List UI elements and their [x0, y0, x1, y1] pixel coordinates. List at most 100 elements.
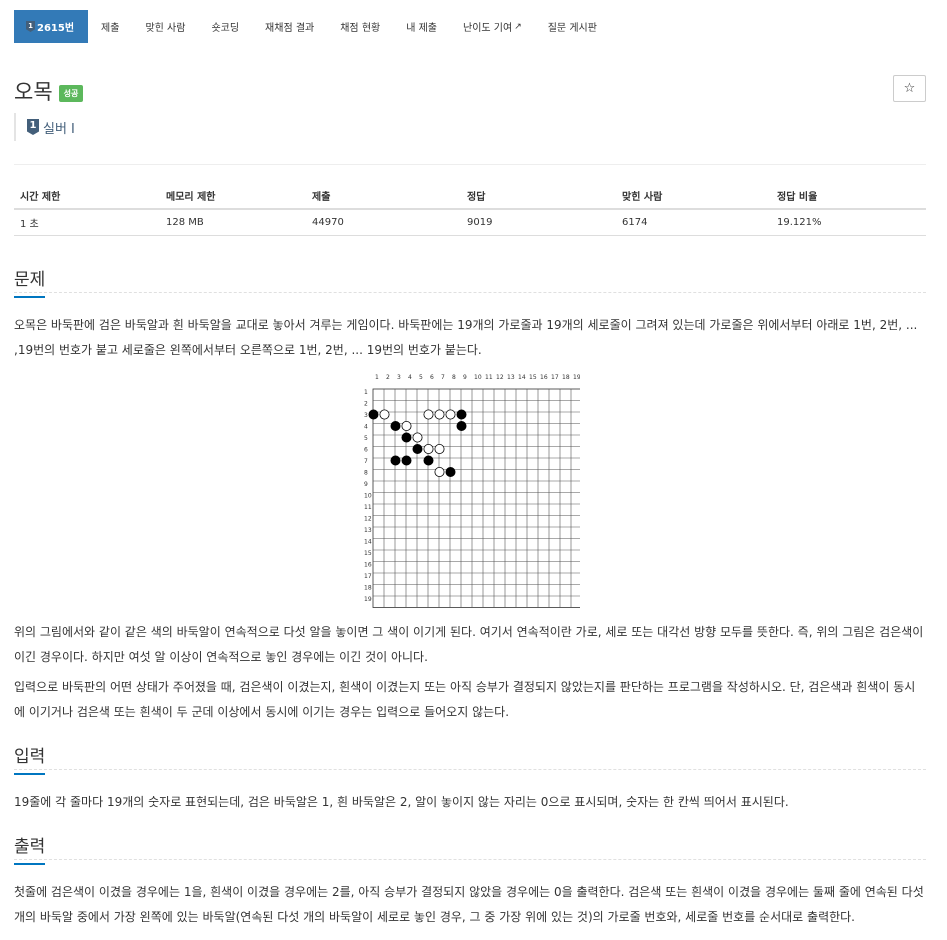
divider	[14, 164, 926, 165]
column-number-label: 11	[485, 374, 493, 381]
row-number-label: 18	[364, 585, 372, 592]
column-number-label: 19	[573, 374, 580, 381]
black-stone	[390, 455, 401, 466]
column-number-label: 13	[507, 374, 515, 381]
tier-badge-icon: 1	[26, 21, 35, 32]
section-heading-output: 출력	[14, 832, 46, 865]
row-number-label: 12	[364, 516, 372, 523]
tab-short-coding[interactable]: 숏코딩	[198, 10, 252, 43]
cell-accept-ratio: 19.121%	[771, 209, 926, 236]
tab-rejudge-results[interactable]: 재채점 결과	[252, 10, 327, 43]
tab-problem-label: 2615번	[37, 23, 75, 34]
white-stone	[379, 409, 390, 420]
white-stone	[412, 432, 423, 443]
tab-problem[interactable]: 1 2615번	[14, 10, 89, 43]
header-accepted: 정답	[461, 183, 616, 210]
output-heading-text: 출력	[14, 832, 46, 865]
section-heading-problem: 문제	[14, 265, 46, 298]
row-number-label: 14	[364, 539, 372, 546]
black-stone	[368, 409, 379, 420]
row-number-label: 7	[364, 458, 368, 465]
black-stone	[456, 409, 467, 420]
row-number-label: 4	[364, 424, 368, 431]
black-stone	[401, 455, 412, 466]
problem-info-table: 시간 제한 메모리 제한 제출 정답 맞힌 사람 정답 비율 1 초 128 M…	[14, 183, 926, 236]
column-number-label: 10	[474, 374, 482, 381]
header-solvers: 맞힌 사람	[616, 183, 771, 210]
row-number-label: 2	[364, 401, 368, 408]
problem-description-3: 입력으로 바둑판의 어떤 상태가 주어졌을 때, 검은색이 이겼는지, 흰색이 …	[14, 680, 916, 719]
tab-judge-status[interactable]: 채점 현황	[327, 10, 393, 43]
row-number-label: 15	[364, 550, 372, 557]
column-number-label: 14	[518, 374, 526, 381]
page-title: 오목	[14, 80, 53, 104]
white-stone	[401, 421, 412, 432]
column-number-label: 3	[397, 374, 401, 381]
problem-description: 오목은 바둑판에 검은 바둑알과 흰 바둑알을 교대로 놓아서 겨루는 게임이다…	[14, 318, 918, 357]
row-number-label: 17	[364, 573, 372, 580]
black-stone	[412, 444, 423, 455]
problem-title-row: 오목 성공	[14, 76, 84, 106]
header-time-limit: 시간 제한	[14, 183, 160, 210]
column-number-label: 12	[496, 374, 504, 381]
divider	[14, 769, 926, 770]
header-submissions: 제출	[306, 183, 461, 210]
column-number-label: 5	[419, 374, 423, 381]
column-number-label: 18	[562, 374, 570, 381]
problem-tier: 1 실버 I	[14, 113, 75, 141]
divider	[14, 292, 926, 293]
cell-solvers: 6174	[616, 209, 771, 236]
section-heading-input: 입력	[14, 742, 46, 775]
white-stone	[434, 467, 445, 478]
tab-my-submissions[interactable]: 내 제출	[393, 10, 450, 43]
row-number-label: 10	[364, 493, 372, 500]
black-stone	[456, 421, 467, 432]
header-memory-limit: 메모리 제한	[160, 183, 306, 210]
column-number-label: 2	[386, 374, 390, 381]
tab-submit[interactable]: 제출	[88, 10, 132, 43]
favorite-star-button[interactable]: ☆	[893, 75, 926, 102]
column-number-label: 1	[375, 374, 379, 381]
black-stone	[423, 455, 434, 466]
divider	[14, 859, 926, 860]
tab-difficulty-label: 난이도 기여	[463, 23, 513, 34]
cell-memory-limit: 128 MB	[160, 209, 306, 236]
black-stone	[445, 467, 456, 478]
header-accept-ratio: 정답 비율	[771, 183, 926, 210]
column-number-label: 17	[551, 374, 559, 381]
row-number-label: 1	[364, 389, 368, 396]
status-badge: 성공	[58, 84, 84, 102]
table-header-row: 시간 제한 메모리 제한 제출 정답 맞힌 사람 정답 비율	[14, 183, 926, 210]
problem-heading-text: 문제	[14, 265, 46, 298]
external-link-icon: ↗	[514, 21, 522, 32]
white-stone	[434, 409, 445, 420]
white-stone	[445, 409, 456, 420]
white-stone	[423, 444, 434, 455]
omok-board-figure: 1122334455667788991010111112121313141415…	[364, 374, 580, 608]
row-number-label: 11	[364, 504, 372, 511]
column-number-label: 9	[463, 374, 467, 381]
black-stone	[390, 421, 401, 432]
row-number-label: 9	[364, 481, 368, 488]
cell-time-limit: 1 초	[14, 209, 160, 236]
row-number-label: 3	[364, 412, 368, 419]
column-number-label: 6	[430, 374, 434, 381]
tab-difficulty-contribution[interactable]: 난이도 기여 ↗	[450, 10, 535, 43]
star-icon: ☆	[903, 81, 916, 96]
white-stone	[434, 444, 445, 455]
output-description: 첫줄에 검은색이 이겼을 경우에는 1을, 흰색이 이겼을 경우에는 2를, 아…	[14, 885, 924, 924]
row-number-label: 6	[364, 447, 368, 454]
white-stone	[423, 409, 434, 420]
problem-nav-tabs: 1 2615번 제출 맞힌 사람 숏코딩 재채점 결과 채점 현황 내 제출 난…	[14, 10, 610, 43]
black-stone	[401, 432, 412, 443]
column-number-label: 15	[529, 374, 537, 381]
row-number-label: 5	[364, 435, 368, 442]
tab-qna-board[interactable]: 질문 게시판	[535, 10, 610, 43]
table-row: 1 초 128 MB 44970 9019 6174 19.121%	[14, 209, 926, 236]
column-number-label: 16	[540, 374, 548, 381]
row-number-label: 19	[364, 596, 372, 603]
cell-submissions: 44970	[306, 209, 461, 236]
tab-solvers[interactable]: 맞힌 사람	[132, 10, 198, 43]
row-number-label: 16	[364, 562, 372, 569]
column-number-label: 4	[408, 374, 412, 381]
